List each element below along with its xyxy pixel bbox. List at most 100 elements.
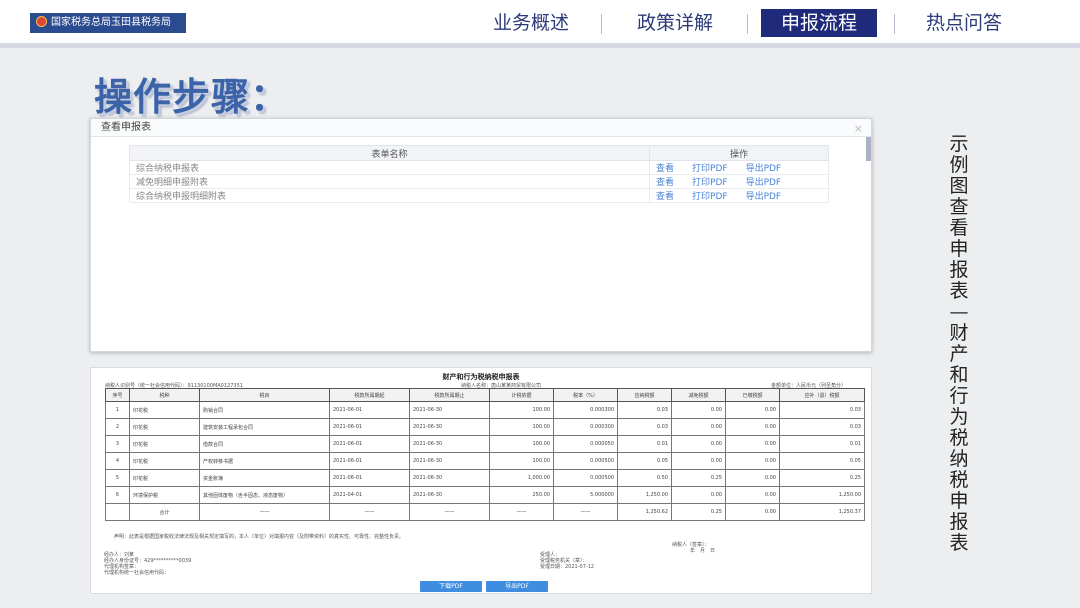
cell-base: 100.00	[489, 418, 554, 436]
cell-relief: 0.25	[671, 469, 726, 487]
column-header-operations: 操作	[649, 145, 829, 161]
cell-end: ——	[409, 503, 490, 521]
export-pdf-link[interactable]: 导出PDF	[746, 178, 782, 188]
cell-start: ——	[329, 503, 410, 521]
print-pdf-link[interactable]: 打印PDF	[692, 164, 728, 174]
nav-hot-qa[interactable]: 热点问答	[916, 9, 1012, 37]
column-header: 减免税额	[671, 388, 726, 402]
cell-paid: 0.00	[725, 486, 780, 504]
cell-rate: 0.000500	[553, 469, 618, 487]
cell-end: 2021-06-30	[409, 469, 490, 487]
cell-tax: 印花税	[129, 435, 200, 453]
row-operations: 查看 打印PDF 导出PDF	[649, 188, 829, 203]
cell-paid: 0.00	[725, 452, 780, 470]
top-header: 国家税务总局玉田县税务局 业务概述 政策详解 申报流程 热点问答	[0, 0, 1080, 44]
column-header: 税款所属期止	[409, 388, 490, 402]
column-header: 应补（退）税额	[779, 388, 865, 402]
cell-rate: 0.000050	[553, 435, 618, 453]
national-emblem-icon	[36, 16, 47, 27]
header-underline	[0, 43, 1080, 48]
nav-business-overview[interactable]: 业务概述	[484, 9, 578, 37]
download-pdf-button[interactable]: 下载PDF	[420, 581, 482, 592]
cell-no: 4	[105, 452, 130, 470]
nav-policy-details[interactable]: 政策详解	[626, 9, 724, 37]
cell-no	[105, 503, 130, 521]
cell-tax: 印花税	[129, 469, 200, 487]
cell-end: 2021-06-30	[409, 486, 490, 504]
print-pdf-link[interactable]: 打印PDF	[692, 178, 728, 188]
cell-end: 2021-06-30	[409, 452, 490, 470]
cell-base: 100.00	[489, 435, 554, 453]
cell-start: 2021-06-01	[329, 435, 410, 453]
cell-end: 2021-06-30	[409, 401, 490, 419]
cell-item: 其他固体废物（含半固态、液态废物）	[199, 486, 330, 504]
cell-rate: 0.000300	[553, 401, 618, 419]
property-behavior-tax-form: 财产和行为税纳税申报表 纳税人识别号（统一社会信用代码）：91130100MA0…	[90, 367, 872, 594]
table-row-total: 合计 —— —— —— —— —— 1,250.62 0.25 0.00 1,2…	[105, 503, 865, 521]
cell-start: 2021-04-01	[329, 486, 410, 504]
declaration-text: 声明：此表是根据国家税收法律法规及相关规定填写的，本人（单位）对填报内容（及附带…	[114, 534, 405, 540]
cell-end: 2021-06-30	[409, 435, 490, 453]
cell-due: 0.01	[617, 435, 672, 453]
cell-no: 1	[105, 401, 130, 419]
column-header: 计税依据	[489, 388, 554, 402]
cell-due: 0.05	[617, 452, 672, 470]
nav-divider	[894, 14, 895, 34]
cell-balance: 0.03	[779, 418, 865, 436]
cell-item: 购销合同	[199, 401, 330, 419]
form-name: 综合纳税申报明细附表	[129, 188, 650, 203]
close-icon[interactable]: ×	[854, 122, 863, 135]
print-pdf-link[interactable]: 打印PDF	[692, 192, 728, 202]
nav-divider	[747, 14, 748, 34]
form-title: 财产和行为税纳税申报表	[442, 373, 520, 381]
cell-balance: 0.03	[779, 401, 865, 419]
cell-base: 1,000.00	[489, 469, 554, 487]
agency-credit-code: 代理机构统一社会信用代码：	[104, 570, 170, 576]
export-pdf-link[interactable]: 导出PDF	[746, 164, 782, 174]
cell-due: 1,250.62	[617, 503, 672, 521]
logo-text: 国家税务总局玉田县税务局	[51, 17, 171, 28]
view-link[interactable]: 查看	[656, 178, 674, 188]
cell-no: 3	[105, 435, 130, 453]
table-row: 3 印花税 借款合同 2021-06-01 2021-06-30 100.00 …	[105, 435, 865, 453]
cell-relief: 0.00	[671, 418, 726, 436]
cell-due: 0.03	[617, 418, 672, 436]
cell-item: 建筑安装工程承包合同	[199, 418, 330, 436]
export-pdf-button[interactable]: 导出PDF	[486, 581, 548, 592]
column-header: 序号	[105, 388, 130, 402]
table-row: 4 印花税 产权转移书据 2021-06-01 2021-06-30 100.0…	[105, 452, 865, 470]
cell-rate: 0.000300	[553, 418, 618, 436]
column-header: 税目	[199, 388, 330, 402]
cell-start: 2021-06-01	[329, 469, 410, 487]
nav-filing-process[interactable]: 申报流程	[761, 9, 877, 37]
cell-relief: 0.00	[671, 452, 726, 470]
dialog-scrollbar[interactable]	[866, 137, 871, 161]
cell-due: 0.03	[617, 401, 672, 419]
side-caption: 示例图 查看申报表—财产和行为税纳税申报表	[949, 133, 988, 554]
cell-balance: 1,250.37	[779, 503, 865, 521]
cell-paid: 0.00	[725, 435, 780, 453]
column-header: 税率（%）	[553, 388, 618, 402]
page-title: 操作步骤：	[94, 75, 290, 119]
receive-date: 受理日期：2021-07-12	[540, 564, 595, 570]
table-row: 综合纳税申报表 查看 打印PDF 导出PDF	[129, 160, 829, 175]
cell-rate: 5.000000	[553, 486, 618, 504]
view-link[interactable]: 查看	[656, 192, 674, 202]
cell-relief: 0.25	[671, 503, 726, 521]
table-row: 6 环境保护税 其他固体废物（含半固态、液态废物） 2021-04-01 202…	[105, 486, 865, 504]
table-row: 2 印花税 建筑安装工程承包合同 2021-06-01 2021-06-30 1…	[105, 418, 865, 436]
cell-no: 2	[105, 418, 130, 436]
cell-tax: 印花税	[129, 401, 200, 419]
column-header: 税种	[129, 388, 200, 402]
column-header: 已缴税额	[725, 388, 780, 402]
table-row: 5 印花税 资金账簿 2021-06-01 2021-06-30 1,000.0…	[105, 469, 865, 487]
cell-item: 资金账簿	[199, 469, 330, 487]
export-pdf-link[interactable]: 导出PDF	[746, 192, 782, 202]
view-link[interactable]: 查看	[656, 164, 674, 174]
cell-tax: 环境保护税	[129, 486, 200, 504]
declaration-forms-table: 表单名称 操作 综合纳税申报表 查看 打印PDF 导出PDF 减免明细申报附表 查看…	[129, 145, 829, 203]
cell-item: 产权转移书据	[199, 452, 330, 470]
cell-base: ——	[489, 503, 554, 521]
cell-end: 2021-06-30	[409, 418, 490, 436]
cell-tax: 合计	[129, 503, 200, 521]
